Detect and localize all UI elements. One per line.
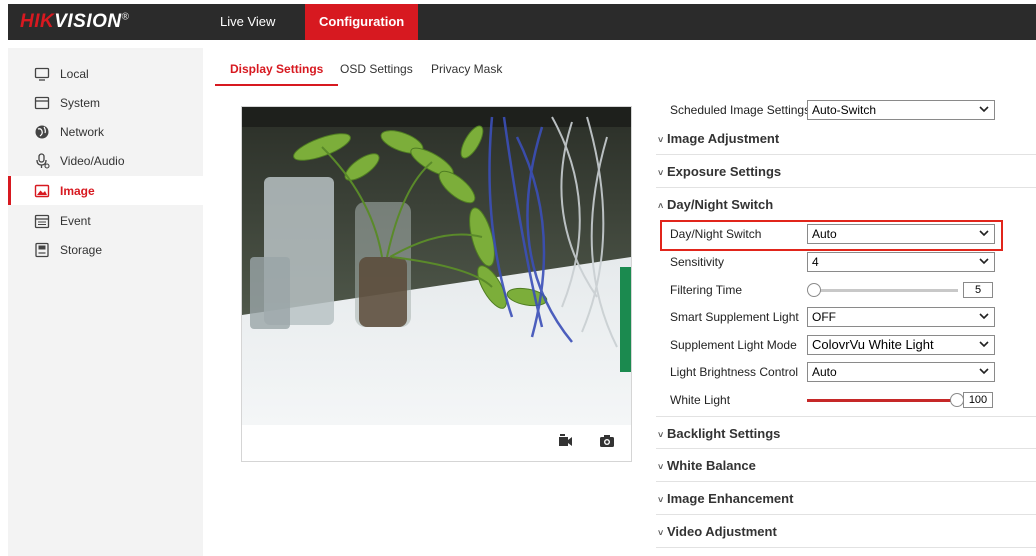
day-night-switch-select[interactable]: Auto (807, 224, 995, 244)
light-brightness-control-label: Light Brightness Control (670, 365, 799, 379)
smart-supplement-light-select[interactable]: OFF (807, 307, 995, 327)
white-light-slider-handle[interactable] (950, 393, 964, 407)
chevron-down-icon (979, 341, 989, 348)
scheduled-image-settings-label: Scheduled Image Settings (670, 103, 811, 117)
day-night-switch-label: Day/Night Switch (670, 227, 762, 241)
section-video-adjustment[interactable]: ˅ Video Adjustment (656, 515, 1036, 548)
sidebar-item-video-audio[interactable]: Video/Audio (8, 146, 203, 175)
sidebar: Local System Network Video/Audio Image E… (8, 48, 203, 556)
section-image-adjustment[interactable]: ˅ Image Adjustment (656, 122, 1036, 155)
chevron-down-icon (979, 368, 989, 375)
sensitivity-row: Sensitivity 4 (656, 252, 1036, 272)
calendar-icon (34, 214, 50, 228)
tab-display-settings[interactable]: Display Settings (215, 54, 339, 86)
sidebar-item-label: Storage (60, 242, 103, 257)
sidebar-item-label: Event (60, 213, 91, 228)
record-video-icon[interactable] (557, 433, 573, 449)
section-exposure-settings[interactable]: ˅ Exposure Settings (656, 155, 1036, 188)
sidebar-item-label: Image (60, 183, 95, 198)
light-brightness-control-select[interactable]: Auto (807, 362, 995, 382)
sidebar-item-local[interactable]: Local (8, 59, 203, 88)
settings-tabs: Display Settings OSD Settings Privacy Ma… (215, 54, 1036, 86)
nav-configuration[interactable]: Configuration (305, 4, 419, 40)
supplement-light-mode-select[interactable]: ColovrVu White Light (807, 335, 995, 355)
section-day-night-switch[interactable]: ˄ Day/Night Switch (656, 188, 1036, 221)
storage-icon (35, 242, 49, 257)
light-brightness-control-row: Light Brightness Control Auto (656, 362, 1036, 382)
sidebar-item-storage[interactable]: Storage (8, 235, 203, 264)
smart-supplement-light-row: Smart Supplement Light OFF (656, 307, 1036, 327)
chevron-down-icon (979, 258, 989, 265)
white-light-slider-track[interactable] (807, 399, 957, 402)
tab-osd-settings[interactable]: OSD Settings (340, 54, 413, 86)
supplement-light-mode-label: Supplement Light Mode (670, 338, 797, 352)
microphone-icon (36, 152, 50, 169)
sidebar-item-system[interactable]: System (8, 88, 203, 117)
filtering-time-slider-handle[interactable] (807, 283, 821, 297)
filtering-time-input[interactable]: 5 (963, 282, 993, 298)
caret-up-icon: ˄ (658, 201, 664, 211)
white-light-row: White Light 100 (656, 390, 1036, 410)
smart-supplement-light-label: Smart Supplement Light (670, 310, 799, 324)
caret-down-icon: ˅ (658, 135, 664, 145)
tab-privacy-mask[interactable]: Privacy Mask (431, 54, 502, 86)
filtering-time-slider-track[interactable] (814, 289, 958, 292)
sidebar-item-label: System (60, 95, 101, 110)
chevron-down-icon (979, 313, 989, 320)
day-night-switch-row: Day/Night Switch Auto (656, 224, 1036, 244)
caret-down-icon: ˅ (658, 168, 664, 178)
white-light-input[interactable]: 100 (963, 392, 993, 408)
hikvision-logo: HIKVISION® (20, 11, 130, 32)
chevron-down-icon (979, 106, 989, 113)
scheduled-image-settings-row: Scheduled Image Settings Auto-Switch (656, 100, 1036, 120)
caret-down-icon: ˅ (658, 462, 664, 472)
filtering-time-row: Filtering Time 5 (656, 280, 1036, 300)
top-navigation-bar: HIKVISION® Live View Configuration (8, 4, 1036, 40)
nav-live-view[interactable]: Live View (208, 4, 287, 40)
sensitivity-label: Sensitivity (670, 255, 725, 269)
white-light-label: White Light (670, 393, 731, 407)
monitor-icon (34, 67, 50, 81)
sidebar-item-label: Local (60, 66, 89, 81)
filtering-time-label: Filtering Time (670, 283, 743, 297)
supplement-light-mode-row: Supplement Light Mode ColovrVu White Lig… (656, 335, 1036, 355)
sidebar-item-label: Video/Audio (60, 153, 125, 168)
camera-snapshot-icon[interactable] (599, 433, 615, 449)
section-white-balance[interactable]: ˅ White Balance (656, 449, 1036, 482)
sensitivity-select[interactable]: 4 (807, 252, 995, 272)
globe-icon (35, 125, 49, 138)
caret-down-icon: ˅ (658, 528, 664, 538)
sidebar-item-network[interactable]: Network (8, 117, 203, 146)
sidebar-item-event[interactable]: Event (8, 206, 203, 235)
scheduled-image-settings-select[interactable]: Auto-Switch (807, 100, 995, 120)
section-backlight-settings[interactable]: ˅ Backlight Settings (656, 416, 1036, 449)
sidebar-item-label: Network (60, 124, 105, 139)
chevron-down-icon (979, 230, 989, 237)
sidebar-item-image[interactable]: Image (8, 176, 203, 205)
image-icon (34, 184, 50, 197)
caret-down-icon: ˅ (658, 495, 664, 505)
section-image-enhancement[interactable]: ˅ Image Enhancement (656, 482, 1036, 515)
live-video-image (242, 107, 631, 425)
white-light-slider-fill (807, 399, 957, 402)
video-preview-panel (241, 106, 632, 462)
caret-down-icon: ˅ (658, 430, 664, 440)
system-icon (34, 96, 50, 109)
